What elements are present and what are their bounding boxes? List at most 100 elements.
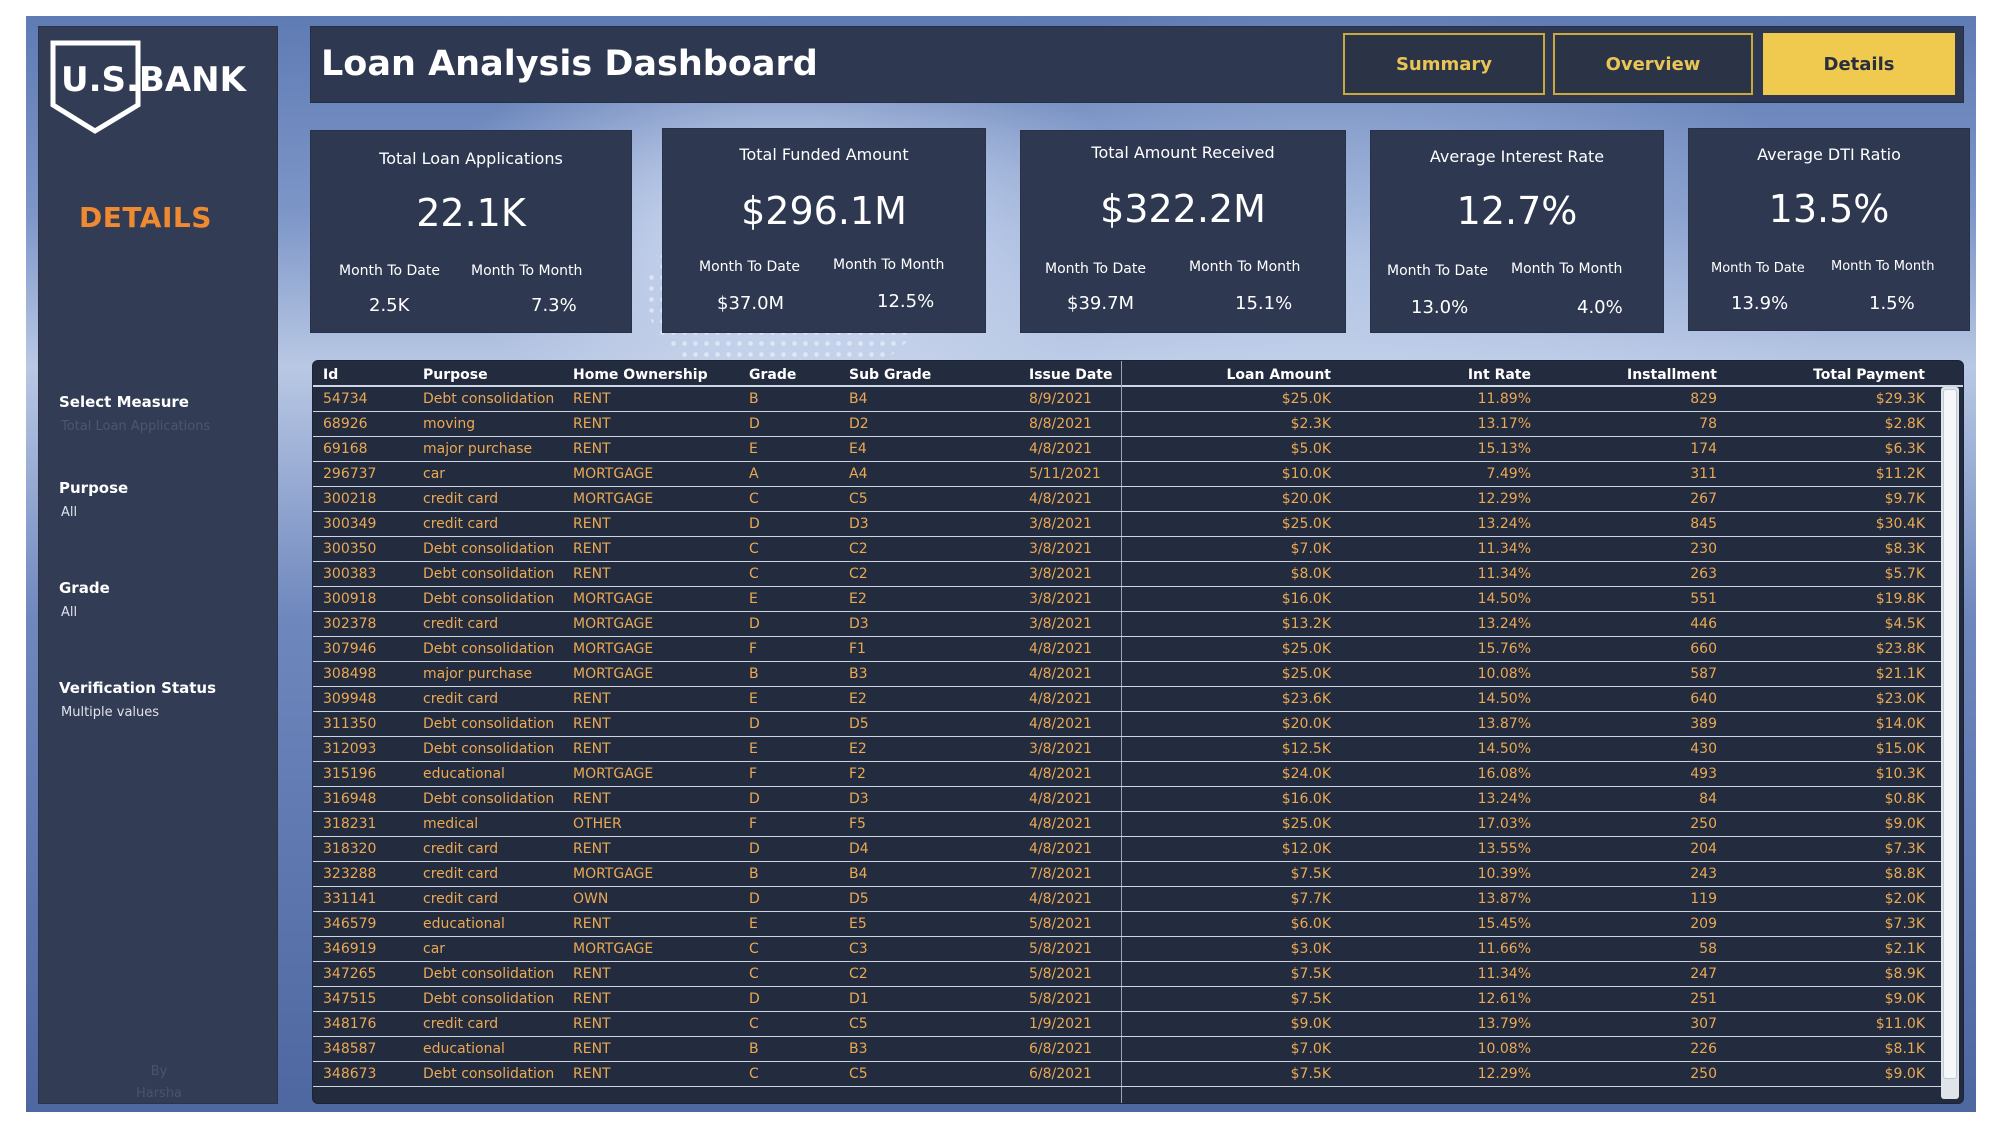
column-header-installment[interactable]: Installment — [1627, 367, 1717, 383]
table-scrollbar[interactable] — [1941, 387, 1959, 1099]
cell-sub-grade: D1 — [849, 991, 869, 1007]
table-row[interactable]: 318231 medical OTHER F F5 4/8/2021 $25.0K 17.03… — [313, 812, 1943, 837]
table-row[interactable]: 311350 Debt consolidation RENT D D5 4/8/2021 $… — [313, 712, 1943, 737]
cell-loan-amount: $25.0K — [1281, 641, 1331, 657]
column-header-total-payment[interactable]: Total Payment — [1813, 367, 1925, 383]
cell-id: 311350 — [323, 716, 377, 732]
table-row[interactable]: 68926 moving RENT D D2 8/8/2021 $2.3K 13.17% 78 $… — [313, 412, 1943, 437]
table-row[interactable]: 300383 Debt consolidation RENT C C2 3/8/2021 $… — [313, 562, 1943, 587]
table-row[interactable]: 309948 credit card RENT E E2 4/8/2021 $23.6K 14… — [313, 687, 1943, 712]
cell-home-ownership: RENT — [573, 841, 611, 857]
cell-id: 346579 — [323, 916, 377, 932]
cell-home-ownership: OWN — [573, 891, 609, 907]
nav-details-button[interactable]: Details — [1763, 33, 1955, 95]
cell-grade: B — [749, 666, 759, 682]
cell-id: 296737 — [323, 466, 377, 482]
byline-author: Harsha — [135, 1086, 183, 1101]
filter-purpose[interactable]: Purpose All — [59, 479, 128, 520]
loan-details-table[interactable]: Id Purpose Home Ownership Grade Sub Grade Iss… — [312, 360, 1964, 1104]
table-row[interactable]: 54734 Debt consolidation RENT B B4 8/9/2021 $2… — [313, 387, 1943, 412]
kpi-mtd-value: 13.0% — [1411, 297, 1469, 318]
table-row[interactable]: 347515 Debt consolidation RENT D D1 5/8/2021 $… — [313, 987, 1943, 1012]
filter-grade[interactable]: Grade All — [59, 579, 110, 620]
filter-value[interactable]: All — [61, 605, 110, 620]
table-row[interactable]: 302378 credit card MORTGAGE D D3 3/8/2021 $13.… — [313, 612, 1943, 637]
cell-id: 308498 — [323, 666, 377, 682]
table-row[interactable]: 318320 credit card RENT D D4 4/8/2021 $12.0K 13… — [313, 837, 1943, 862]
cell-home-ownership: MORTGAGE — [573, 666, 654, 682]
column-header-loan-amount[interactable]: Loan Amount — [1227, 367, 1332, 383]
cell-int-rate: 13.17% — [1477, 416, 1531, 432]
table-row[interactable]: 348176 credit card RENT C C5 1/9/2021 $9.0K 13.… — [313, 1012, 1943, 1037]
filter-select-measure[interactable]: Select Measure Total Loan Applications — [59, 393, 210, 434]
cell-total-payment: $9.0K — [1884, 991, 1925, 1007]
table-row[interactable]: 69168 major purchase RENT E E4 4/8/2021 $5.0K 1… — [313, 437, 1943, 462]
cell-issue-date: 5/8/2021 — [1029, 941, 1092, 957]
filter-verification-status[interactable]: Verification Status Multiple values — [59, 679, 216, 720]
cell-grade: E — [749, 441, 758, 457]
table-row[interactable]: 308498 major purchase MORTGAGE B B3 4/8/2021 $… — [313, 662, 1943, 687]
cell-int-rate: 10.08% — [1477, 1041, 1531, 1057]
table-row[interactable]: 316948 Debt consolidation RENT D D3 4/8/2021 $… — [313, 787, 1943, 812]
cell-sub-grade: C5 — [849, 1066, 868, 1082]
table-row[interactable]: 323288 credit card MORTGAGE B B4 7/8/2021 $7.5… — [313, 862, 1943, 887]
table-row[interactable]: 346919 car MORTGAGE C C3 5/8/2021 $3.0K 11.66% 5… — [313, 937, 1943, 962]
cell-grade: D — [749, 791, 760, 807]
table-row[interactable]: 346579 educational RENT E E5 5/8/2021 $6.0K 15.… — [313, 912, 1943, 937]
cell-total-payment: $21.1K — [1875, 666, 1925, 682]
filter-value[interactable]: All — [61, 505, 128, 520]
cell-sub-grade: C5 — [849, 491, 868, 507]
cell-total-payment: $10.3K — [1875, 766, 1925, 782]
cell-int-rate: 14.50% — [1477, 691, 1531, 707]
table-row[interactable]: 300349 credit card RENT D D3 3/8/2021 $25.0K 13… — [313, 512, 1943, 537]
cell-issue-date: 4/8/2021 — [1029, 641, 1092, 657]
cell-installment: 660 — [1690, 641, 1717, 657]
column-header-home-ownership[interactable]: Home Ownership — [573, 367, 708, 383]
scrollbar-thumb[interactable] — [1943, 389, 1957, 1079]
cell-int-rate: 17.03% — [1477, 816, 1531, 832]
nav-overview-button[interactable]: Overview — [1553, 33, 1753, 95]
cell-issue-date: 6/8/2021 — [1029, 1041, 1092, 1057]
cell-id: 54734 — [323, 391, 368, 407]
column-header-purpose[interactable]: Purpose — [423, 367, 488, 383]
cell-purpose: credit card — [423, 866, 499, 882]
cell-id: 323288 — [323, 866, 377, 882]
cell-int-rate: 13.87% — [1477, 891, 1531, 907]
cell-total-payment: $0.8K — [1884, 791, 1925, 807]
column-header-id[interactable]: Id — [323, 367, 338, 383]
column-header-grade[interactable]: Grade — [749, 367, 796, 383]
table-row[interactable]: 307946 Debt consolidation MORTGAGE F F1 4/8/2… — [313, 637, 1943, 662]
cell-int-rate: 12.61% — [1477, 991, 1531, 1007]
table-row[interactable]: 331141 credit card OWN D D5 4/8/2021 $7.7K 13.8… — [313, 887, 1943, 912]
filter-value[interactable]: Total Loan Applications — [61, 419, 210, 434]
table-row[interactable]: 300918 Debt consolidation MORTGAGE E E2 3/8/2… — [313, 587, 1943, 612]
cell-installment: 430 — [1690, 741, 1717, 757]
cell-loan-amount: $8.0K — [1290, 566, 1331, 582]
table-row[interactable]: 296737 car MORTGAGE A A4 5/11/2021 $10.0K 7.49%… — [313, 462, 1943, 487]
cell-issue-date: 1/9/2021 — [1029, 1016, 1092, 1032]
cell-grade: D — [749, 841, 760, 857]
table-row[interactable]: 348587 educational RENT B B3 6/8/2021 $7.0K 10.… — [313, 1037, 1943, 1062]
table-row[interactable]: 300350 Debt consolidation RENT C C2 3/8/2021 $… — [313, 537, 1943, 562]
cell-sub-grade: F1 — [849, 641, 866, 657]
kpi-mom-label: Month To Month — [1189, 259, 1301, 275]
nav-summary-button[interactable]: Summary — [1343, 33, 1545, 95]
cell-issue-date: 5/8/2021 — [1029, 966, 1092, 982]
table-row[interactable]: 300218 credit card MORTGAGE C C5 4/8/2021 $20.… — [313, 487, 1943, 512]
table-row[interactable]: 347265 Debt consolidation RENT C C2 5/8/2021 $… — [313, 962, 1943, 987]
filter-value[interactable]: Multiple values — [61, 705, 216, 720]
cell-loan-amount: $12.0K — [1281, 841, 1331, 857]
column-header-int-rate[interactable]: Int Rate — [1468, 367, 1531, 383]
table-row[interactable]: 348673 Debt consolidation RENT C C5 6/8/2021 $… — [313, 1062, 1943, 1087]
cell-id: 318231 — [323, 816, 377, 832]
table-row[interactable]: 315196 educational MORTGAGE F F2 4/8/2021 $24.… — [313, 762, 1943, 787]
table-row[interactable]: 312093 Debt consolidation RENT E E2 3/8/2021 $… — [313, 737, 1943, 762]
cell-grade: D — [749, 616, 760, 632]
column-header-sub-grade[interactable]: Sub Grade — [849, 367, 931, 383]
column-header-issue-date[interactable]: Issue Date — [1029, 367, 1112, 383]
cell-grade: D — [749, 991, 760, 1007]
cell-sub-grade: D5 — [849, 716, 869, 732]
cell-id: 300383 — [323, 566, 377, 582]
cell-id: 68926 — [323, 416, 368, 432]
cell-grade: B — [749, 1041, 759, 1057]
